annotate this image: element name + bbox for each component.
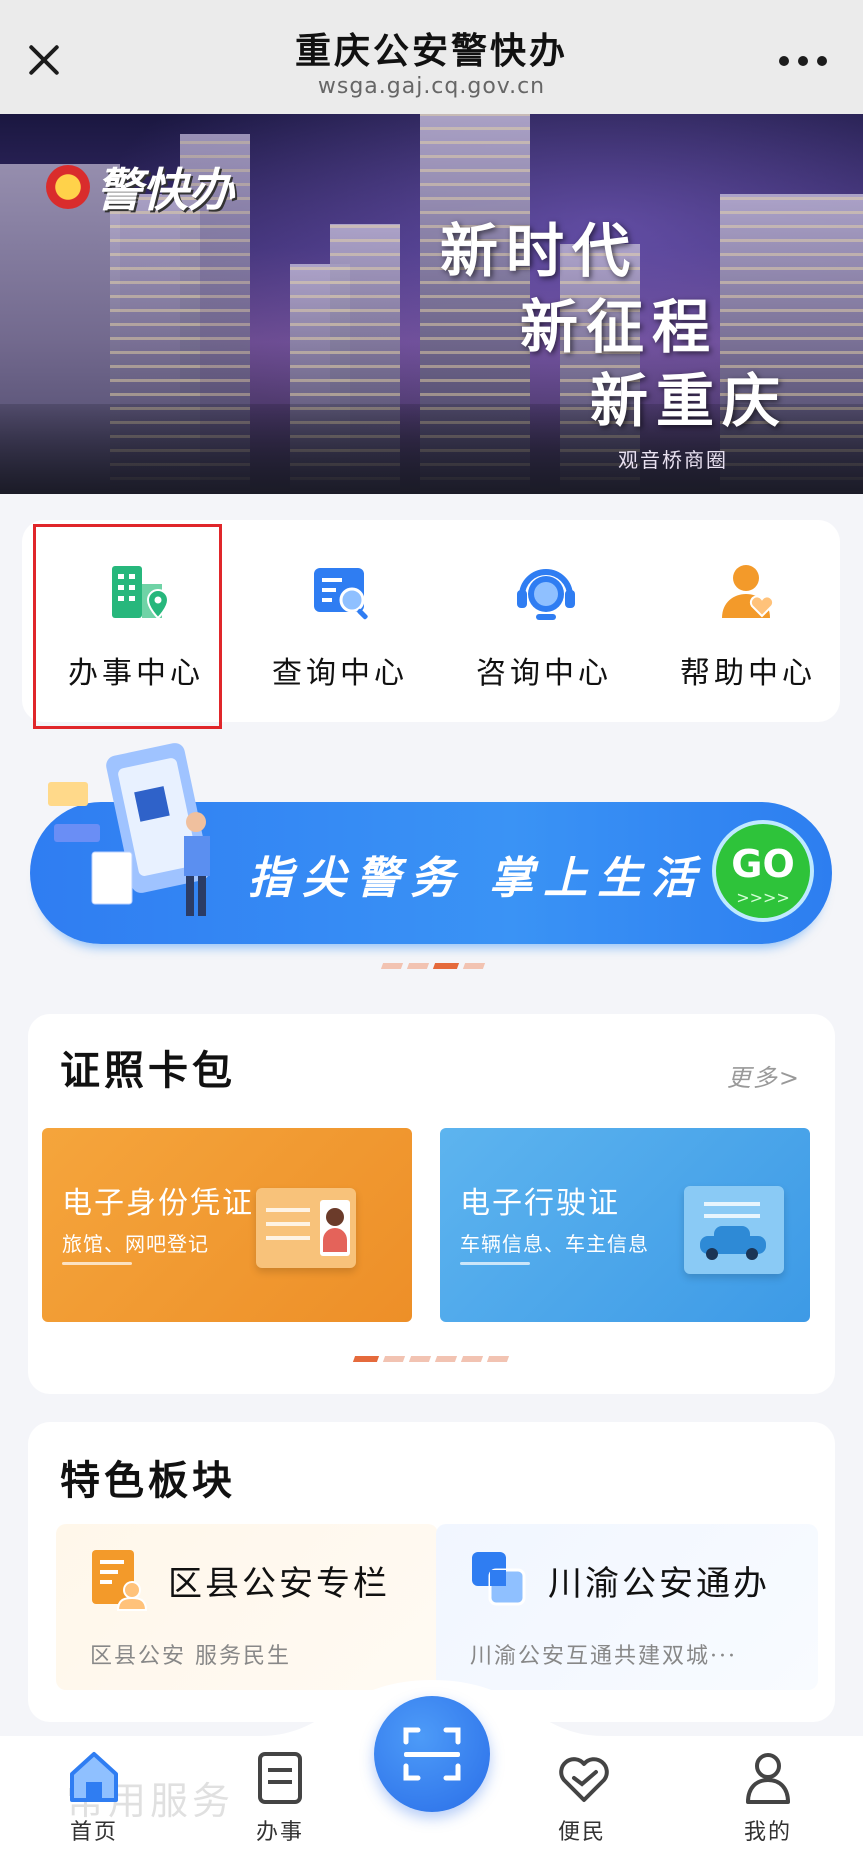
feature-name: 区县公安专栏 <box>168 1564 390 1604</box>
cert-desc: 旅馆、网吧登记 <box>62 1232 209 1256</box>
nav-label: 我的 <box>743 1820 792 1845</box>
document-list-icon <box>258 1752 302 1804</box>
logo-text: 警快办 <box>96 163 234 217</box>
service-query-center[interactable]: 查询中心 <box>238 520 442 722</box>
search-document-icon <box>314 568 368 620</box>
go-label: GO <box>731 842 795 886</box>
feature-desc: 川渝公安互通共建双城··· <box>470 1644 737 1669</box>
id-card-graphic-icon <box>256 1188 356 1268</box>
more-link[interactable]: 更多> <box>727 1058 801 1093</box>
car-card-graphic-icon <box>684 1186 784 1274</box>
nav-mine[interactable]: 我的 <box>708 1750 828 1850</box>
service-label: 帮助中心 <box>680 656 816 691</box>
nav-convenience[interactable]: 便民 <box>522 1750 642 1850</box>
feature-name: 川渝公安通办 <box>548 1564 770 1604</box>
heart-icon <box>559 1757 609 1802</box>
carousel-dot <box>408 1356 432 1362</box>
go-arrows: >>>> <box>736 888 790 907</box>
nav-label: 办事 <box>255 1820 304 1845</box>
nav-label: 首页 <box>69 1820 118 1845</box>
carousel-dot <box>486 1356 510 1362</box>
cert-carousel-dots <box>352 1356 510 1362</box>
feature-sichuan-chongqing[interactable]: 川渝公安通办 川渝公安互通共建双城··· <box>436 1524 818 1690</box>
page-title: 重庆公安警快办 <box>294 30 568 72</box>
carousel-dot-active <box>432 963 460 969</box>
carousel-dot <box>380 963 404 969</box>
page-url: wsga.gaj.cq.gov.cn <box>317 74 546 99</box>
slogan-line-2: 新征程 <box>520 293 719 361</box>
top-bar: 重庆公安警快办 wsga.gaj.cq.gov.cn <box>0 0 863 114</box>
user-icon <box>746 1753 790 1804</box>
cert-desc: 车辆信息、车主信息 <box>460 1232 649 1256</box>
service-consult-center[interactable]: 咨询中心 <box>442 520 646 722</box>
banner-caption: 观音桥商圈 <box>618 448 728 472</box>
hero-banner[interactable]: 警快办 新时代 新征程 新重庆 观音桥商圈 <box>0 114 863 494</box>
section-title: 特色板块 <box>60 1457 236 1504</box>
police-logo: 警快办 <box>46 154 234 220</box>
carousel-dot <box>382 1356 406 1362</box>
promo-text: 指尖警务 掌上生活 <box>248 853 706 904</box>
carousel-dot <box>406 963 430 969</box>
selection-highlight-box <box>33 524 222 729</box>
carousel-dot-active <box>352 1356 380 1362</box>
document-person-icon <box>92 1550 148 1611</box>
police-emblem-icon <box>46 165 90 209</box>
service-label: 咨询中心 <box>476 656 612 691</box>
carousel-dot <box>462 963 486 969</box>
cert-name: 电子身份凭证 <box>62 1186 254 1221</box>
home-icon <box>70 1752 118 1802</box>
scan-icon <box>403 1727 461 1781</box>
person-heart-icon <box>722 565 775 618</box>
nav-home[interactable]: 首页 <box>34 1750 154 1850</box>
carousel-dot <box>460 1356 484 1362</box>
service-label: 查询中心 <box>272 656 408 691</box>
feature-district-police[interactable]: 区县公安专栏 区县公安 服务民生 <box>56 1524 438 1690</box>
scan-button[interactable] <box>374 1696 490 1812</box>
nav-office[interactable]: 办事 <box>220 1750 340 1850</box>
section-title: 证照卡包 <box>60 1047 236 1094</box>
cert-card-driving[interactable]: 电子行驶证 车辆信息、车主信息 <box>440 1128 810 1322</box>
overlap-squares-icon <box>472 1552 526 1606</box>
more-dots-icon[interactable] <box>779 56 827 68</box>
promo-carousel-dots <box>380 963 486 969</box>
feature-desc: 区县公安 服务民生 <box>90 1644 291 1669</box>
slogan-line-3: 新重庆 <box>590 367 789 435</box>
phone-user-illustration-icon <box>48 743 210 916</box>
carousel-dot <box>434 1356 458 1362</box>
go-button[interactable]: GO >>>> <box>712 820 814 922</box>
cert-card-id[interactable]: 电子身份凭证 旅馆、网吧登记 <box>42 1128 412 1322</box>
nav-label: 便民 <box>557 1820 606 1845</box>
headset-icon <box>517 569 575 620</box>
cert-name: 电子行驶证 <box>460 1186 620 1221</box>
slogan-line-1: 新时代 <box>440 217 639 285</box>
service-help-center[interactable]: 帮助中心 <box>646 520 850 722</box>
